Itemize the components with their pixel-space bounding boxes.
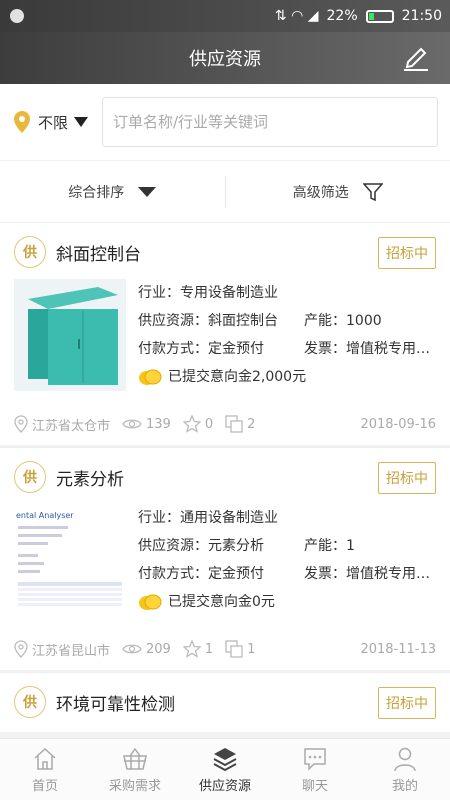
copy-icon [225,640,243,658]
supply-card[interactable]: 供 环境可靠性检测 招标中 [0,672,450,732]
battery-level: 22% [326,8,358,24]
deposit-text: 已提交意向金0元 [168,594,275,610]
supplier-logo-icon: 供 [14,461,46,493]
tab-chat[interactable]: 聊天 [270,739,360,800]
home-icon [34,747,56,770]
page-title: 供应资源 [189,49,261,70]
supply-text: 供应资源：元素分析 [138,538,264,554]
user-icon [394,747,416,771]
search-row: 不限 [0,84,450,160]
eye-icon [122,419,142,429]
caret-down-icon [74,117,89,127]
favorite-button[interactable]: 0 [182,415,214,433]
views-text: 139 [146,416,171,432]
supply-text: 供应资源：斜面控制台 [138,313,278,329]
tab-label: 供应资源 [198,778,251,794]
star-icon [182,415,201,433]
edit-icon[interactable] [400,44,430,72]
capacity-text: 产能：1 [304,538,355,554]
favorite-button[interactable]: 1 [182,640,214,658]
filter-funnel-icon [362,182,383,201]
location-pin-icon [14,111,30,133]
location-label: 不限 [38,113,69,132]
nav-bar: 供应资源 [0,32,450,84]
tab-label: 我的 [391,778,418,794]
share-button[interactable]: 1 [225,640,255,658]
shares-text: 2 [247,416,256,432]
basket-icon [123,747,147,770]
layers-icon [213,747,237,771]
sort-dropdown[interactable]: 综合排序 [0,182,225,202]
invoice-text: 发票：增值税专用… [304,341,430,357]
advanced-filter-button[interactable]: 高级筛选 [226,182,450,202]
card-title: 环境可靠性检测 [56,694,175,715]
tab-label: 聊天 [301,778,328,794]
product-image: ental Analyser [14,504,126,616]
stars-text: 1 [204,641,214,657]
coin-icon [139,594,162,610]
notification-icon [10,9,24,23]
tab-home[interactable]: 首页 [0,739,90,800]
post-date: 2018-09-16 [360,416,436,432]
advanced-filter-label: 高级筛选 [292,184,349,201]
tab-purchase[interactable]: 采购需求 [90,739,180,800]
views-count: 139 [122,417,171,432]
tab-supply[interactable]: 供应资源 [180,739,270,800]
supplier-logo-icon: 供 [14,686,46,718]
supply-list: 供 斜面控制台 招标中 行业：专用设备制造业 供应资源：斜面控制台 产能：100… [0,222,450,732]
copy-icon [225,415,243,433]
location-info: 江苏省太仓市 [14,415,110,434]
tab-label: 采购需求 [108,778,161,794]
thumb-caption: ental Analyser [16,511,74,520]
industry-text: 行业：通用设备制造业 [138,510,278,526]
payment-text: 付款方式：定金预付 [138,341,264,357]
status-bar: ⇅ ◠ ◢ 22% 21:50 [0,0,450,32]
deposit-text: 已提交意向金2,000元 [168,369,307,385]
supply-card[interactable]: 供 元素分析 招标中 ental Analyser 行业：通用设备制造业 供应资… [0,447,450,670]
eye-icon [122,644,142,654]
signal-icon: ⇅ ◠ ◢ [274,8,319,24]
star-icon [182,640,201,658]
status-badge: 招标中 [378,687,436,719]
tab-label: 首页 [31,778,58,794]
location-text: 江苏省昆山市 [32,643,111,659]
post-date: 2018-11-13 [360,641,436,657]
shares-text: 1 [247,641,256,657]
tab-profile[interactable]: 我的 [360,739,450,800]
location-text: 江苏省太仓市 [32,418,111,434]
chat-bubble-icon [304,747,326,771]
card-title: 元素分析 [56,469,124,490]
capacity-text: 产能：1000 [304,313,382,329]
supplier-logo-icon: 供 [14,236,46,268]
clock: 21:50 [401,8,442,24]
supply-card[interactable]: 供 斜面控制台 招标中 行业：专用设备制造业 供应资源：斜面控制台 产能：100… [0,222,450,445]
stars-text: 0 [204,416,214,432]
share-button[interactable]: 2 [225,415,255,433]
battery-icon [365,9,394,23]
product-image [14,279,126,391]
location-selector[interactable]: 不限 [14,111,102,133]
status-badge: 招标中 [378,462,436,494]
filter-row: 综合排序 高级筛选 [0,160,450,222]
location-info: 江苏省昆山市 [14,640,110,659]
location-outline-icon [14,415,28,433]
card-title: 斜面控制台 [56,244,141,265]
industry-text: 行业：专用设备制造业 [138,285,278,301]
views-text: 209 [146,641,171,657]
search-input[interactable] [102,97,438,147]
bottom-tab-bar: 首页 采购需求 供应资源 聊天 我的 [0,738,450,800]
status-badge: 招标中 [378,237,436,269]
location-outline-icon [14,640,28,658]
invoice-text: 发票：增值税专用… [304,566,430,582]
coin-icon [139,369,162,385]
sort-label: 综合排序 [68,184,125,201]
payment-text: 付款方式：定金预付 [138,566,264,582]
views-count: 209 [122,642,171,657]
caret-down-icon [138,186,157,197]
